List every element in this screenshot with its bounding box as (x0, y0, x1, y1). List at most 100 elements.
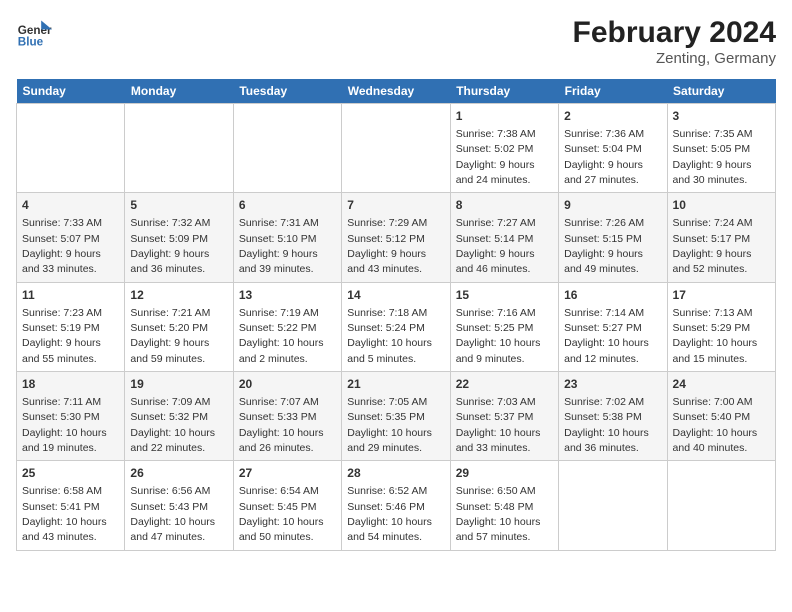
calendar-cell: 14 Sunrise: 7:18 AM Sunset: 5:24 PM Dayli… (342, 282, 450, 371)
svg-text:Blue: Blue (18, 36, 44, 49)
day-info: Sunrise: 6:52 AM Sunset: 5:46 PM Dayligh… (347, 485, 432, 543)
calendar-cell: 5 Sunrise: 7:32 AM Sunset: 5:09 PM Daylig… (125, 193, 233, 282)
day-info: Sunrise: 7:03 AM Sunset: 5:37 PM Dayligh… (456, 396, 541, 454)
day-number: 6 (239, 197, 336, 214)
calendar-cell: 19 Sunrise: 7:09 AM Sunset: 5:32 PM Dayli… (125, 372, 233, 461)
page-header: General Blue February 2024 Zenting, Germ… (16, 16, 776, 67)
calendar-cell: 18Sunrise: 7:11 AM Sunset: 5:30 PM Dayli… (17, 372, 125, 461)
day-number: 12 (130, 287, 227, 304)
day-number: 11 (22, 287, 119, 304)
day-number: 14 (347, 287, 444, 304)
week-row-3: 11 Sunrise: 7:23 AM Sunset: 5:19 PM Dayli… (17, 282, 776, 371)
week-row-2: 4 Sunrise: 7:33 AM Sunset: 5:07 PM Daylig… (17, 193, 776, 282)
day-number: 1 (456, 108, 553, 125)
title-block: February 2024 Zenting, Germany (573, 16, 776, 67)
day-number: 18 (22, 376, 119, 393)
calendar-title: February 2024 (573, 16, 776, 50)
calendar-cell: 22 Sunrise: 7:03 AM Sunset: 5:37 PM Dayli… (450, 372, 558, 461)
day-info: Sunrise: 7:19 AM Sunset: 5:22 PM Dayligh… (239, 307, 324, 365)
day-info: Sunrise: 7:13 AM Sunset: 5:29 PM Dayligh… (673, 307, 758, 365)
calendar-cell: 20Sunrise: 7:07 AM Sunset: 5:33 PM Dayli… (233, 372, 341, 461)
day-number: 7 (347, 197, 444, 214)
day-info: Sunrise: 6:50 AM Sunset: 5:48 PM Dayligh… (456, 485, 541, 543)
calendar-cell: 17 Sunrise: 7:13 AM Sunset: 5:29 PM Dayli… (667, 282, 775, 371)
day-number: 4 (22, 197, 119, 214)
day-info: Sunrise: 7:26 AM Sunset: 5:15 PM Dayligh… (564, 217, 644, 275)
calendar-cell (233, 104, 341, 193)
day-number: 13 (239, 287, 336, 304)
day-info: Sunrise: 7:21 AM Sunset: 5:20 PM Dayligh… (130, 307, 210, 365)
day-number: 22 (456, 376, 553, 393)
day-info: Sunrise: 7:02 AM Sunset: 5:38 PM Dayligh… (564, 396, 649, 454)
day-info: Sunrise: 7:24 AM Sunset: 5:17 PM Dayligh… (673, 217, 753, 275)
day-info: Sunrise: 7:38 AM Sunset: 5:02 PM Dayligh… (456, 128, 536, 186)
calendar-cell: 4 Sunrise: 7:33 AM Sunset: 5:07 PM Daylig… (17, 193, 125, 282)
calendar-cell: 9 Sunrise: 7:26 AM Sunset: 5:15 PM Daylig… (559, 193, 667, 282)
day-number: 20 (239, 376, 336, 393)
calendar-cell: 3 Sunrise: 7:35 AM Sunset: 5:05 PM Daylig… (667, 104, 775, 193)
day-number: 17 (673, 287, 770, 304)
day-info: Sunrise: 7:33 AM Sunset: 5:07 PM Dayligh… (22, 217, 102, 275)
day-number: 28 (347, 465, 444, 482)
calendar-cell: 12 Sunrise: 7:21 AM Sunset: 5:20 PM Dayli… (125, 282, 233, 371)
weekday-wednesday: Wednesday (342, 79, 450, 104)
calendar-cell: 23 Sunrise: 7:02 AM Sunset: 5:38 PM Dayli… (559, 372, 667, 461)
day-info: Sunrise: 7:05 AM Sunset: 5:35 PM Dayligh… (347, 396, 432, 454)
week-row-1: 1 Sunrise: 7:38 AM Sunset: 5:02 PM Daylig… (17, 104, 776, 193)
day-info: Sunrise: 7:35 AM Sunset: 5:05 PM Dayligh… (673, 128, 753, 186)
day-info: Sunrise: 7:00 AM Sunset: 5:40 PM Dayligh… (673, 396, 758, 454)
day-number: 5 (130, 197, 227, 214)
calendar-cell: 11 Sunrise: 7:23 AM Sunset: 5:19 PM Dayli… (17, 282, 125, 371)
calendar-cell: 25 Sunrise: 6:58 AM Sunset: 5:41 PM Dayli… (17, 461, 125, 550)
day-number: 2 (564, 108, 661, 125)
day-info: Sunrise: 7:16 AM Sunset: 5:25 PM Dayligh… (456, 307, 541, 365)
day-info: Sunrise: 7:29 AM Sunset: 5:12 PM Dayligh… (347, 217, 427, 275)
day-info: Sunrise: 7:09 AM Sunset: 5:32 PM Dayligh… (130, 396, 215, 454)
calendar-cell: 16Sunrise: 7:14 AM Sunset: 5:27 PM Dayli… (559, 282, 667, 371)
weekday-header-row: SundayMondayTuesdayWednesdayThursdayFrid… (17, 79, 776, 104)
week-row-4: 18Sunrise: 7:11 AM Sunset: 5:30 PM Dayli… (17, 372, 776, 461)
day-number: 10 (673, 197, 770, 214)
day-number: 19 (130, 376, 227, 393)
day-number: 16 (564, 287, 661, 304)
day-info: Sunrise: 6:58 AM Sunset: 5:41 PM Dayligh… (22, 485, 107, 543)
day-info: Sunrise: 6:56 AM Sunset: 5:43 PM Dayligh… (130, 485, 215, 543)
calendar-cell: 8 Sunrise: 7:27 AM Sunset: 5:14 PM Daylig… (450, 193, 558, 282)
weekday-friday: Friday (559, 79, 667, 104)
calendar-cell: 13 Sunrise: 7:19 AM Sunset: 5:22 PM Dayli… (233, 282, 341, 371)
day-number: 15 (456, 287, 553, 304)
calendar-cell (342, 104, 450, 193)
day-number: 23 (564, 376, 661, 393)
calendar-cell (667, 461, 775, 550)
calendar-cell: 7 Sunrise: 7:29 AM Sunset: 5:12 PM Daylig… (342, 193, 450, 282)
week-row-5: 25 Sunrise: 6:58 AM Sunset: 5:41 PM Dayli… (17, 461, 776, 550)
calendar-table: SundayMondayTuesdayWednesdayThursdayFrid… (16, 79, 776, 551)
calendar-cell (559, 461, 667, 550)
logo: General Blue (16, 16, 52, 52)
day-info: Sunrise: 7:36 AM Sunset: 5:04 PM Dayligh… (564, 128, 644, 186)
day-number: 27 (239, 465, 336, 482)
calendar-cell: 1 Sunrise: 7:38 AM Sunset: 5:02 PM Daylig… (450, 104, 558, 193)
day-number: 21 (347, 376, 444, 393)
day-info: Sunrise: 7:27 AM Sunset: 5:14 PM Dayligh… (456, 217, 536, 275)
logo-icon: General Blue (16, 16, 52, 52)
day-info: Sunrise: 7:23 AM Sunset: 5:19 PM Dayligh… (22, 307, 102, 365)
day-info: Sunrise: 7:18 AM Sunset: 5:24 PM Dayligh… (347, 307, 432, 365)
calendar-cell: 27Sunrise: 6:54 AM Sunset: 5:45 PM Dayli… (233, 461, 341, 550)
day-info: Sunrise: 7:32 AM Sunset: 5:09 PM Dayligh… (130, 217, 210, 275)
day-number: 29 (456, 465, 553, 482)
calendar-cell: 26Sunrise: 6:56 AM Sunset: 5:43 PM Dayli… (125, 461, 233, 550)
day-number: 9 (564, 197, 661, 214)
calendar-cell: 28 Sunrise: 6:52 AM Sunset: 5:46 PM Dayli… (342, 461, 450, 550)
day-number: 8 (456, 197, 553, 214)
calendar-cell: 21 Sunrise: 7:05 AM Sunset: 5:35 PM Dayli… (342, 372, 450, 461)
day-info: Sunrise: 7:31 AM Sunset: 5:10 PM Dayligh… (239, 217, 319, 275)
calendar-cell: 2 Sunrise: 7:36 AM Sunset: 5:04 PM Daylig… (559, 104, 667, 193)
weekday-thursday: Thursday (450, 79, 558, 104)
weekday-monday: Monday (125, 79, 233, 104)
day-number: 3 (673, 108, 770, 125)
weekday-sunday: Sunday (17, 79, 125, 104)
calendar-cell (125, 104, 233, 193)
day-number: 25 (22, 465, 119, 482)
calendar-cell: 10 Sunrise: 7:24 AM Sunset: 5:17 PM Dayli… (667, 193, 775, 282)
